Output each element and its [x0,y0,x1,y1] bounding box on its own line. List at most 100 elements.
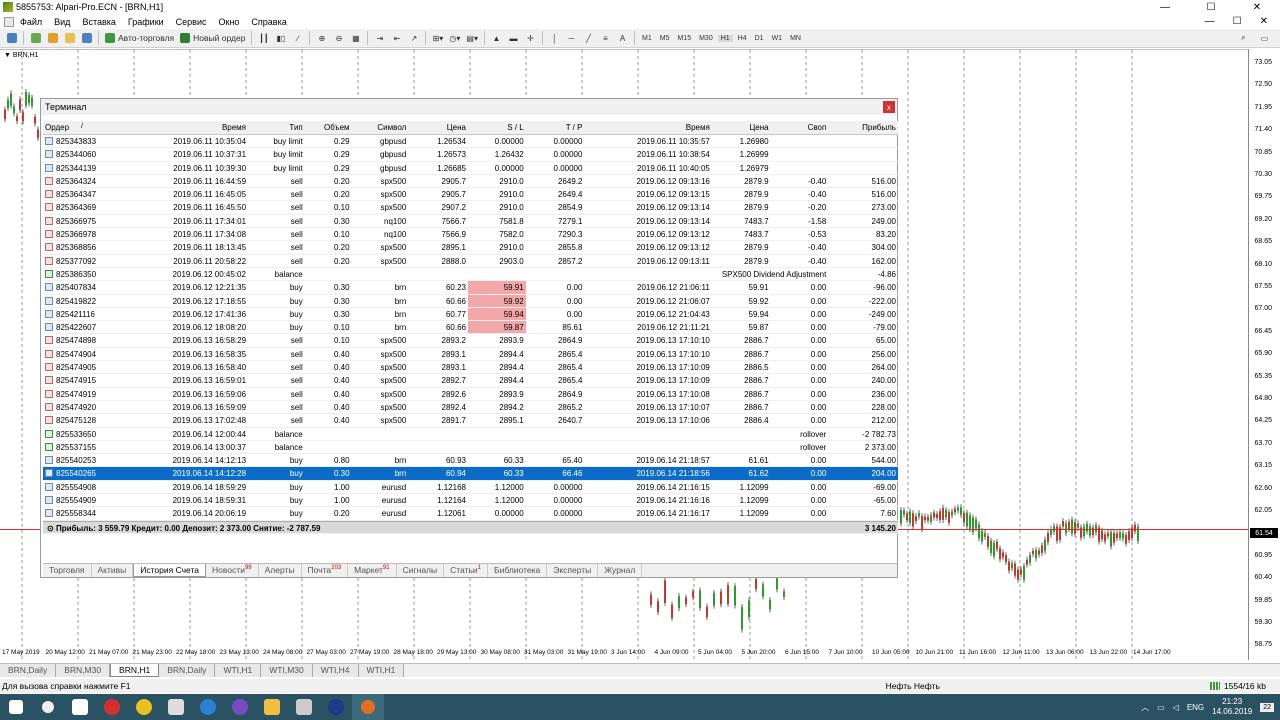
clock[interactable]: 21:23 14.06.2019 [1212,697,1252,717]
timeframe-h1[interactable]: H1 [717,34,733,42]
tile-windows-icon[interactable]: ▦ [348,31,363,46]
menu-view[interactable]: Вид [48,17,76,27]
child-restore-button[interactable]: ☐ [1233,16,1242,27]
history-row[interactable]: 825533650 2019.06.14 12:00:44 balance rollo… [43,428,898,441]
menu-help[interactable]: Справка [245,17,292,27]
history-row[interactable]: 825474920 2019.06.13 16:59:09 sell 0.40 spx5… [43,401,898,415]
history-row[interactable]: 825419822 2019.06.12 17:18:55 buy 0.30 brn 60… [43,294,898,308]
crosshair-cross-icon[interactable]: ✛ [523,31,538,46]
app-taskbar-icon[interactable] [320,694,352,720]
history-row[interactable]: 825364347 2019.06.11 16:45:05 sell 0.20 spx5… [43,188,898,202]
menu-file[interactable]: Файл [14,17,48,27]
line-chart-icon[interactable]: ∕ [290,31,305,46]
history-row[interactable]: 825366975 2019.06.11 17:34:01 sell 0.30 nq10… [43,215,898,229]
history-row[interactable]: 825554909 2019.06.14 18:59:31 buy 1.00 eurus… [43,494,898,508]
crosshair-icon[interactable]: ▬ [506,31,521,46]
menu-insert[interactable]: Вставка [76,17,121,27]
minimize-button[interactable]: — [1142,2,1188,13]
chart-tab[interactable]: WTI,H4 [312,664,359,677]
timeframe-mn[interactable]: MN [787,35,804,42]
history-row[interactable]: 825474905 2019.06.13 16:58:40 sell 0.40 spx5… [43,361,898,375]
history-row[interactable]: 825421116 2019.06.12 17:41:36 buy 0.30 brn 60… [43,307,898,322]
history-row[interactable]: 825368856 2019.06.11 18:13:45 sell 0.20 spx5… [43,241,898,255]
history-row[interactable]: 825558344 2019.06.14 20:06:19 buy 0.20 eurus… [43,507,898,521]
maximize-button[interactable]: ☐ [1188,2,1234,13]
zoom-in-icon[interactable]: ⊕ [314,31,329,46]
terminal-tab[interactable]: Журнал [598,564,643,577]
terminal-tab[interactable]: Почта203 [302,564,349,577]
terminal-tab[interactable]: Сигналы [397,564,445,577]
bar-chart-icon[interactable]: ┃┃ [256,31,271,46]
network-icon[interactable]: ▭ [1157,703,1165,712]
terminal-tab[interactable]: Библиотека [488,564,548,577]
chat-icon[interactable]: ▭ [1257,31,1272,46]
channel-icon[interactable]: ≡ [598,31,613,46]
strategy-tester-icon[interactable] [79,31,94,46]
trend-line-icon[interactable]: ╱ [581,31,596,46]
column-header[interactable]: Прибыль [828,121,898,134]
history-row[interactable]: 825344060 2019.06.11 10:37:31 buy limit 0.2… [43,148,898,162]
new-order-button[interactable]: Новый ордер [178,31,247,46]
history-row[interactable]: 825366978 2019.06.11 17:34:08 sell 0.10 nq10… [43,228,898,242]
menu-charts[interactable]: Графики [122,17,170,27]
terminal-tab[interactable]: Активы [92,564,134,577]
volume-icon[interactable]: ◁ [1173,703,1179,712]
column-header[interactable]: Время [123,121,248,134]
search-icon[interactable]: ⌕ [1236,31,1251,46]
timeframe-m1[interactable]: M1 [639,35,655,42]
history-row[interactable]: 825364369 2019.06.11 16:45:50 sell 0.10 spx5… [43,201,898,215]
terminal-tab[interactable]: Торговля [43,564,92,577]
templates-icon[interactable]: ▤▾ [464,31,480,46]
child-minimize-button[interactable]: — [1205,16,1215,27]
periods-icon[interactable]: ◷▾ [447,31,462,46]
timeframe-m15[interactable]: M15 [674,35,694,42]
history-row[interactable]: 825540253 2019.06.14 14:12:13 buy 0.80 brn 60… [43,454,898,468]
edge-icon[interactable] [192,694,224,720]
column-header[interactable]: T / P [526,121,585,134]
column-header[interactable]: Время [584,121,711,134]
chart-tab[interactable]: BRN,M30 [56,664,111,677]
zoom-out-icon[interactable]: ⊖ [331,31,346,46]
chart-tab[interactable]: WTI,H1 [358,664,405,677]
history-row[interactable]: 825537155 2019.06.14 13:00:37 balance rollo… [43,441,898,455]
chrome-icon[interactable] [128,694,160,720]
store-icon[interactable] [288,694,320,720]
trendline-icon[interactable]: ↗ [406,31,421,46]
chart-tab[interactable]: BRN,H1 [110,664,160,677]
history-row[interactable]: 825407834 2019.06.12 12:21:35 buy 0.30 brn 60… [43,281,898,295]
history-row[interactable]: 825422607 2019.06.12 18:08:20 buy 0.10 brn 60… [43,321,898,335]
terminal-close-button[interactable]: x [883,101,895,113]
column-header[interactable]: Символ [352,121,409,134]
alpari-taskbar-icon[interactable] [352,694,384,720]
history-row[interactable]: 825474898 2019.06.13 16:58:29 sell 0.10 spx5… [43,334,898,348]
language-indicator[interactable]: ENG [1187,703,1204,712]
search-taskbar-icon[interactable] [32,694,64,720]
column-header[interactable]: Цена [408,121,468,134]
history-row[interactable]: 825386350 2019.06.12 00:45:02 balance SPX50… [43,268,898,282]
timeframe-d1[interactable]: D1 [752,35,767,42]
chart-tab[interactable]: BRN,Daily [159,664,216,677]
horizontal-line-icon[interactable]: ─ [564,31,579,46]
terminal-tab[interactable]: Маркет91 [348,564,397,577]
notification-badge[interactable]: 22 [1260,702,1274,712]
history-row[interactable]: 825474915 2019.06.13 16:59:01 sell 0.40 spx5… [43,374,898,388]
history-row[interactable]: 825474919 2019.06.13 16:59:06 sell 0.40 spx5… [43,388,898,401]
column-header[interactable]: Объем [305,121,352,134]
terminal-tab[interactable]: Алерты [259,564,302,577]
menu-window[interactable]: Окно [213,17,246,27]
viber-icon[interactable] [224,694,256,720]
market-watch-icon[interactable] [28,31,43,46]
timeframe-h4[interactable]: H4 [735,35,750,42]
history-row[interactable]: 825343833 2019.06.11 10:35:04 buy limit 0.2… [43,135,898,149]
history-row[interactable]: 825474904 2019.06.13 16:58:35 sell 0.40 spx5… [43,348,898,362]
opera-icon[interactable] [96,694,128,720]
terminal-tab[interactable]: Новости99 [206,564,259,577]
text-icon[interactable]: A [615,31,630,46]
mail-icon[interactable] [64,694,96,720]
chart-tab[interactable]: WTI,M30 [261,664,313,677]
child-close-button[interactable]: ✕ [1260,16,1268,27]
candles-icon[interactable]: ▮▯ [273,31,288,46]
menu-tools[interactable]: Сервис [170,17,213,27]
vertical-line-icon[interactable]: │ [547,31,562,46]
history-row[interactable]: 825554908 2019.06.14 18:59:29 buy 1.00 eurus… [43,481,898,495]
